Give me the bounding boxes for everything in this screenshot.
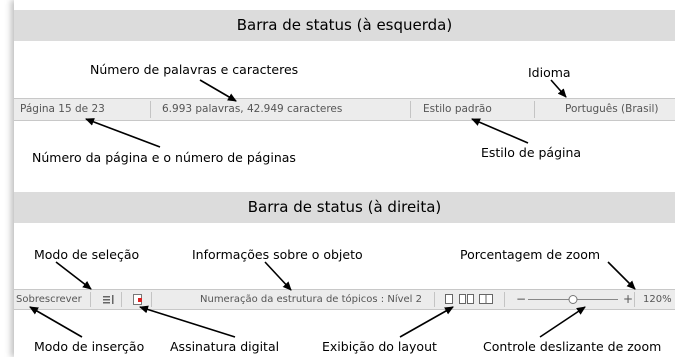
- arrow-insert-mode: [29, 306, 83, 338]
- callout-arrows: [29, 79, 636, 338]
- arrow-word-count: [199, 79, 237, 102]
- arrow-selection-mode: [55, 261, 92, 290]
- arrow-digital-signature: [139, 305, 236, 338]
- arrow-zoom-slider: [539, 306, 586, 338]
- arrow-page-number: [85, 118, 161, 148]
- arrow-object-info: [264, 261, 292, 291]
- arrow-language: [550, 79, 567, 98]
- arrow-page-style: [471, 118, 529, 144]
- arrow-layout-view: [399, 306, 454, 338]
- arrow-zoom-percent: [607, 261, 636, 290]
